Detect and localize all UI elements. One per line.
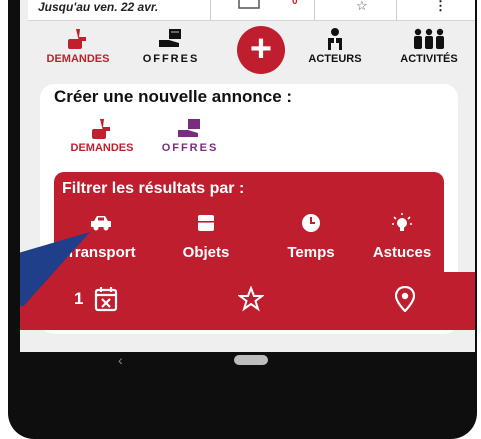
nav-offres[interactable]: OFFRES [138,28,204,65]
main-nav: DEMANDES OFFRES + ACTEURS ACTIVITÉS [20,20,475,78]
pointer-triangle [20,232,90,306]
annonce-offres-label: OFFRES [161,142,219,154]
filter-title: Filtrer les résultats par : [62,180,245,197]
hand-box-icon [138,28,204,50]
nav-acteurs[interactable]: ACTEURS [302,28,368,65]
worker-icon [302,28,368,50]
more-icon[interactable]: ⋮ [434,0,447,14]
hand-icon [68,116,136,140]
divider [396,0,397,20]
comment-count: 0 [292,0,298,7]
hand-icon [46,28,110,50]
box-icon [168,212,244,234]
nav-demandes-label: DEMANDES [46,53,110,65]
clock-icon [276,212,346,234]
phone-frame: Jusqu'au ven. 22 avr. 0 ☆ ⋮ DEMANDES OFF… [8,0,477,439]
divider [314,0,315,20]
system-nav-bar: ‹ [8,352,477,382]
nav-acteurs-label: ACTEURS [308,53,362,65]
filter-astuces-label: Astuces [372,244,432,261]
nav-offres-label: OFFRES [142,53,200,65]
hand-box-icon [152,116,228,140]
nav-demandes[interactable]: DEMANDES [46,28,110,65]
comment-icon[interactable] [238,0,260,13]
filter-astuces[interactable]: Astuces [364,212,440,261]
previous-card[interactable]: Jusqu'au ven. 22 avr. 0 ☆ ⋮ [28,0,475,21]
filter-temps-label: Temps [287,244,335,261]
location-pin-icon[interactable] [394,285,416,317]
annonce-demandes[interactable]: DEMANDES [68,116,136,154]
add-button[interactable]: + [237,26,285,74]
annonce-demandes-label: DEMANDES [70,142,134,154]
back-icon[interactable]: ‹ [118,352,123,368]
nav-activites[interactable]: ACTIVITÉS [392,28,466,65]
app-screen: Jusqu'au ven. 22 avr. 0 ☆ ⋮ DEMANDES OFF… [20,0,475,352]
divider [210,0,211,20]
star-icon[interactable] [237,285,265,317]
home-pill[interactable] [234,355,268,365]
star-outline-icon[interactable]: ☆ [356,0,368,14]
filter-objets-label: Objets [182,244,230,261]
filter-temps[interactable]: Temps [276,212,346,261]
nav-activites-label: ACTIVITÉS [400,53,458,65]
annonce-offres[interactable]: OFFRES [152,116,228,154]
people-icon [392,28,466,50]
bulb-icon [364,212,440,234]
card-date: Jusqu'au ven. 22 avr. [38,0,159,14]
create-annonce-title: Créer une nouvelle annonce : [54,87,293,106]
filter-objets[interactable]: Objets [168,212,244,261]
